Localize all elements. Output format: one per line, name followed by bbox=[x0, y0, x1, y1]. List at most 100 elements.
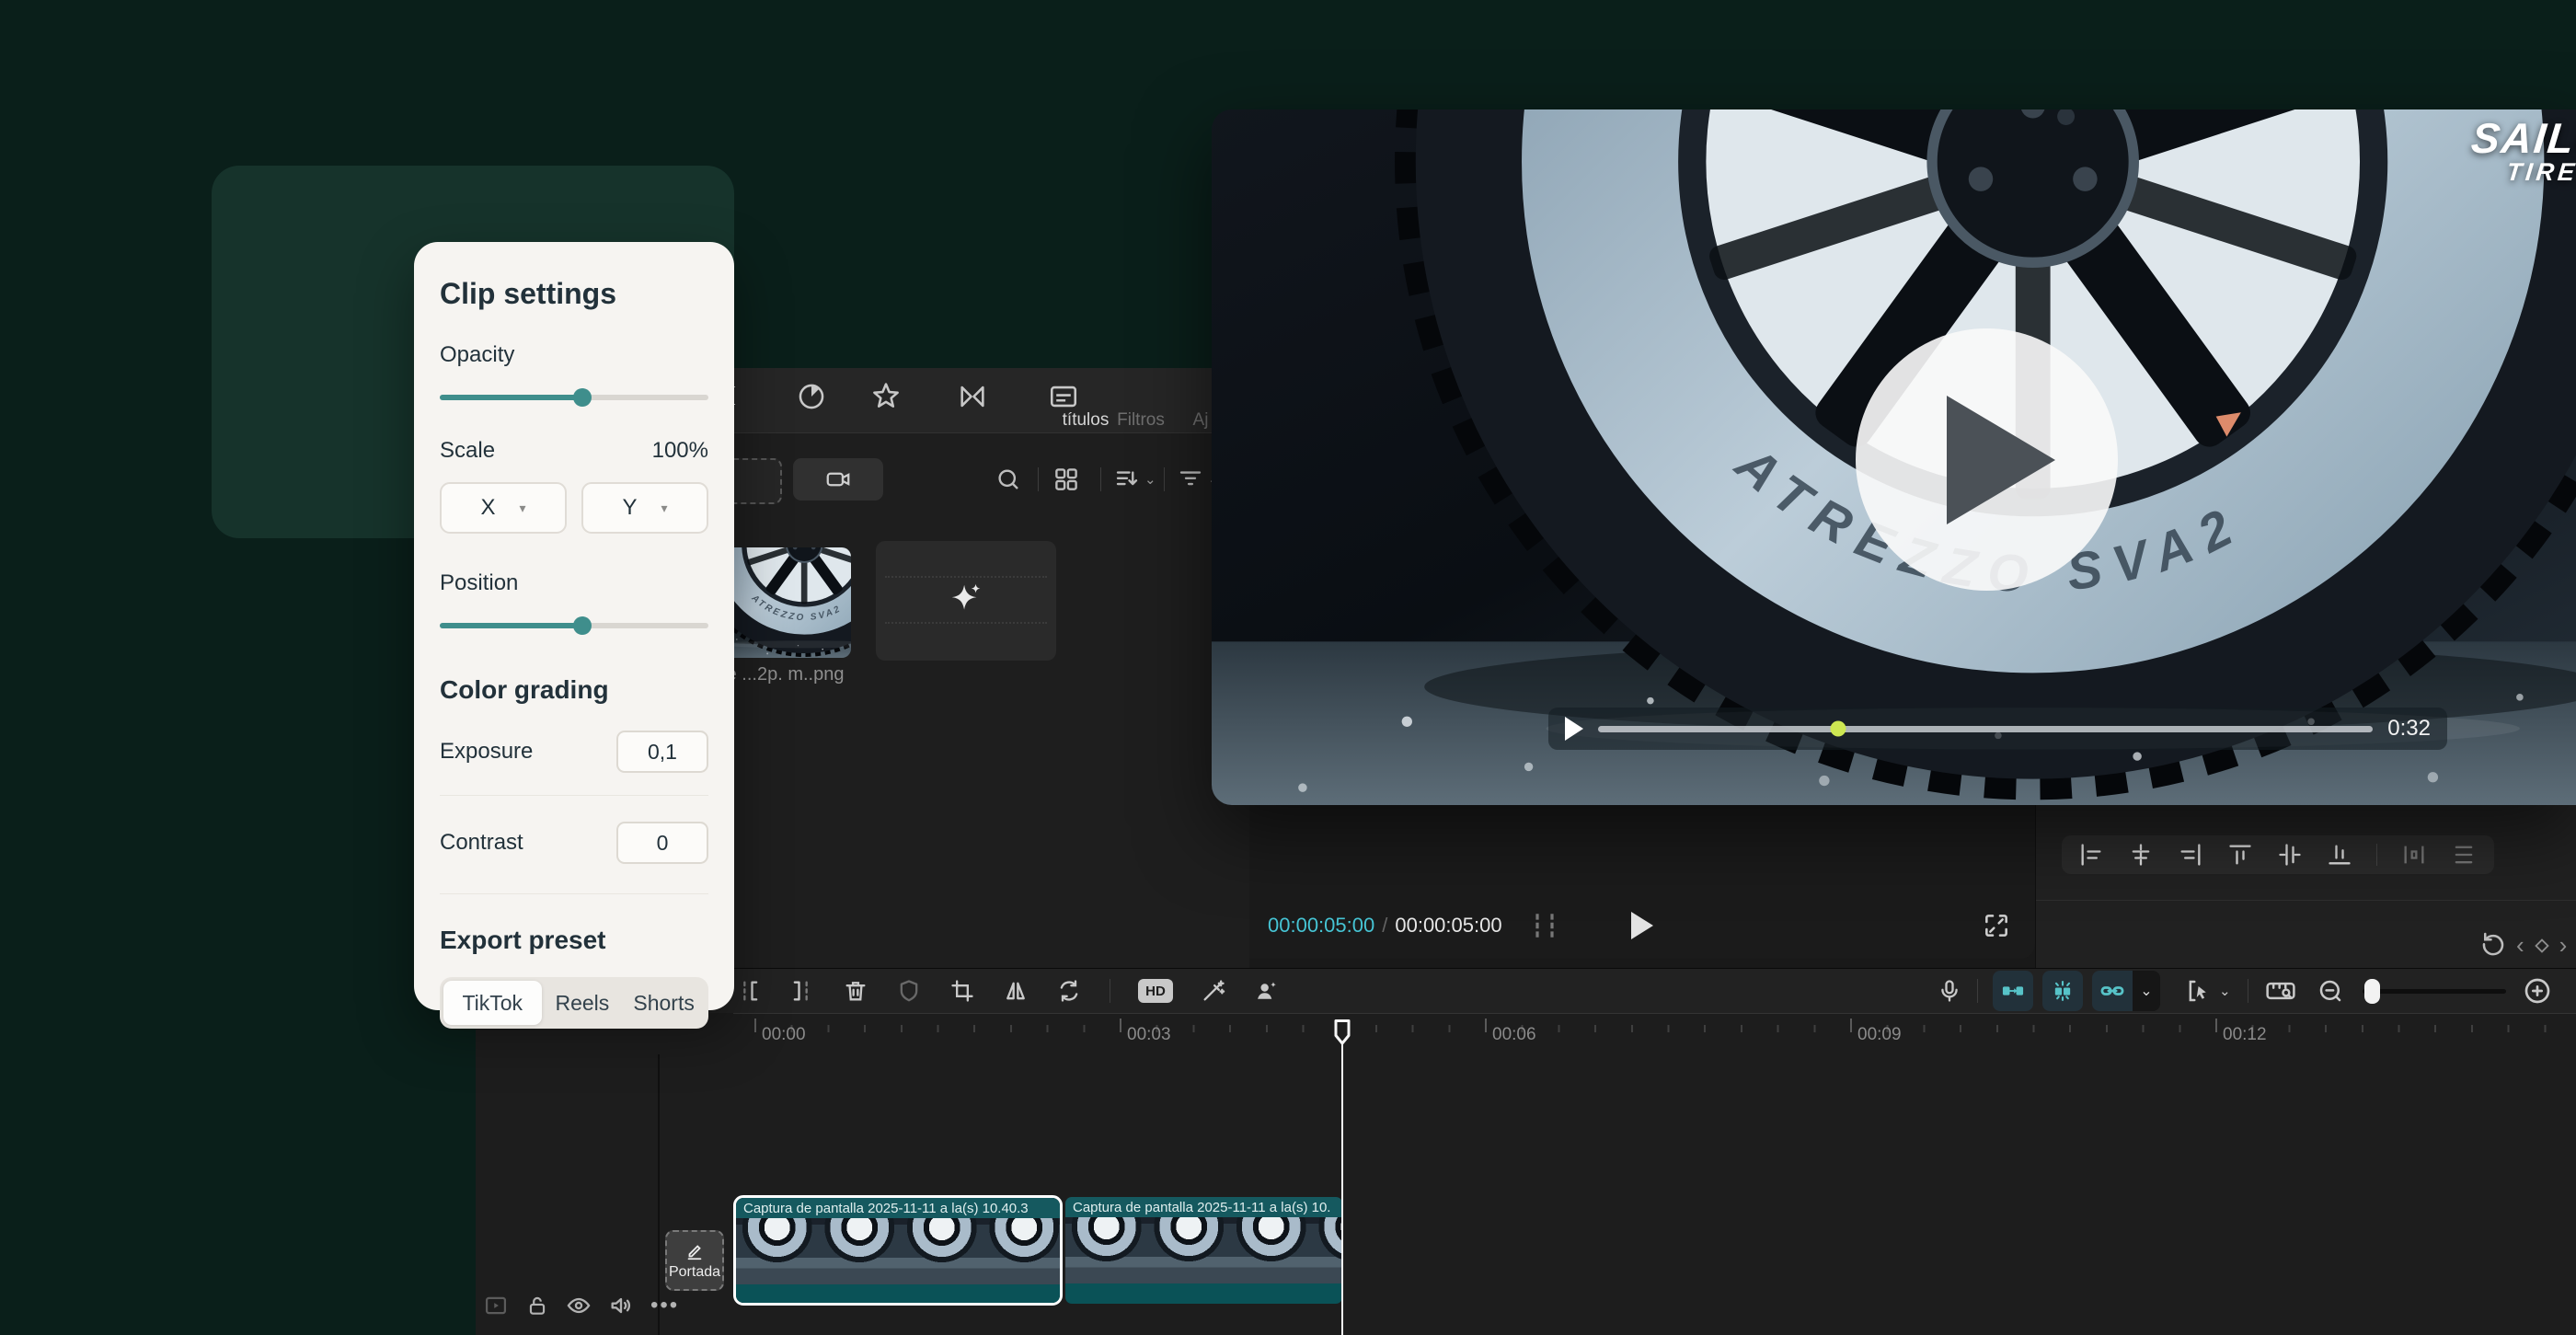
scale-value: 100% bbox=[651, 438, 708, 463]
zoom-out-icon[interactable] bbox=[2317, 977, 2344, 1005]
preview-control-bar: 00:00:05:00 / 00:00:05:00 bbox=[1249, 905, 2035, 946]
exposure-input[interactable]: 0,1 bbox=[616, 731, 708, 773]
timeline-clip-2[interactable]: Captura de pantalla 2025-11-11 a la(s) 1… bbox=[1065, 1197, 1342, 1304]
delete-icon[interactable] bbox=[843, 978, 868, 1004]
more-options-icon[interactable]: ••• bbox=[650, 1293, 679, 1318]
position-slider-knob[interactable] bbox=[572, 616, 592, 635]
cover-button[interactable]: Portada bbox=[665, 1230, 724, 1291]
duration-icon[interactable] bbox=[796, 381, 827, 412]
keyframe-next-icon[interactable]: › bbox=[2559, 931, 2568, 960]
scale-y-dropdown[interactable]: Y ▾ bbox=[581, 482, 708, 534]
replace-icon[interactable] bbox=[1056, 978, 1082, 1004]
timeline-scale-icon[interactable] bbox=[2265, 977, 2296, 1005]
tab-filters-label[interactable]: Filtros bbox=[1117, 410, 1165, 431]
align-top-icon[interactable] bbox=[2227, 842, 2253, 868]
play-triangle-icon bbox=[1946, 395, 2055, 524]
effects-star-icon[interactable] bbox=[870, 381, 902, 412]
crop-icon[interactable] bbox=[949, 978, 975, 1004]
split-right-icon[interactable] bbox=[789, 978, 815, 1004]
reset-icon[interactable] bbox=[2479, 929, 2507, 957]
captions-icon[interactable] bbox=[1048, 381, 1079, 412]
clip1-label: Captura de pantalla 2025-11-11 a la(s) 1… bbox=[743, 1200, 1029, 1216]
sparkle-icon bbox=[945, 580, 987, 622]
timeline-ruler[interactable]: 00:00 00:03 00:06 00:09 00:12 bbox=[733, 1013, 2576, 1055]
chevron-down-icon: ▾ bbox=[661, 500, 668, 515]
align-left-icon[interactable] bbox=[2078, 842, 2104, 868]
grid-view-icon[interactable] bbox=[1052, 466, 1080, 493]
clip2-filmstrip bbox=[1065, 1217, 1342, 1283]
alignment-toolbar bbox=[2062, 835, 2494, 874]
video-player-card[interactable]: SAILUN TIRES 0:32 bbox=[1212, 109, 2576, 805]
lock-icon[interactable] bbox=[525, 1294, 549, 1318]
player-progress-thumb[interactable] bbox=[1830, 720, 1846, 737]
select-tool-icon[interactable] bbox=[2184, 977, 2212, 1005]
align-center-horizontal-icon[interactable] bbox=[2128, 842, 2154, 868]
clip-settings-panel: Clip settings Opacity Scale 100% X ▾ Y ▾ P… bbox=[414, 242, 734, 1029]
contrast-label: Contrast bbox=[440, 830, 523, 855]
align-bottom-icon[interactable] bbox=[2327, 842, 2352, 868]
filter-icon[interactable] bbox=[1177, 466, 1204, 493]
panel-title: Clip settings bbox=[440, 277, 617, 310]
scale-label: Scale bbox=[440, 438, 496, 463]
properties-footer: ‹ › bbox=[2036, 920, 2576, 968]
contrast-input[interactable]: 0 bbox=[616, 822, 708, 864]
microphone-icon[interactable] bbox=[1937, 978, 1962, 1004]
sort-icon[interactable] bbox=[1113, 466, 1141, 493]
ai-media-card[interactable] bbox=[876, 541, 1056, 661]
align-middle-vertical-icon[interactable] bbox=[2277, 842, 2303, 868]
ruler-label: 00:00 bbox=[762, 1025, 806, 1044]
fullscreen-icon[interactable] bbox=[1982, 911, 2011, 940]
keyframe-diamond-icon[interactable] bbox=[2532, 936, 2552, 956]
opacity-slider[interactable] bbox=[440, 388, 708, 407]
opacity-label: Opacity bbox=[440, 342, 515, 367]
magnetic-toggle[interactable] bbox=[2042, 971, 2083, 1011]
transitions-icon[interactable] bbox=[957, 381, 988, 412]
select-tool-chevron[interactable]: ⌄ bbox=[2219, 983, 2231, 999]
timeline-clip-1[interactable]: Captura de pantalla 2025-11-11 a la(s) 1… bbox=[733, 1195, 1063, 1306]
mute-speaker-icon[interactable] bbox=[608, 1293, 634, 1318]
player-play-button[interactable] bbox=[1565, 717, 1583, 741]
playhead-line[interactable] bbox=[1341, 1019, 1343, 1335]
snap-toggle[interactable] bbox=[1993, 971, 2033, 1011]
preset-shorts[interactable]: Shorts bbox=[623, 981, 705, 1025]
zoom-in-icon[interactable] bbox=[2523, 976, 2552, 1006]
zoom-slider-thumb[interactable] bbox=[2363, 978, 2380, 1004]
shield-icon[interactable] bbox=[896, 978, 922, 1004]
preset-tiktok[interactable]: TikTok bbox=[443, 981, 542, 1025]
opacity-slider-knob[interactable] bbox=[572, 388, 592, 407]
search-icon[interactable] bbox=[995, 466, 1022, 493]
timeline-zoom-slider[interactable] bbox=[2362, 978, 2506, 1004]
ruler-label: 00:12 bbox=[2223, 1025, 2267, 1044]
distribute-vertical-icon[interactable] bbox=[2451, 842, 2477, 868]
tab-adjust-label[interactable]: Aj bbox=[1193, 410, 1209, 431]
link-toggle-chevron[interactable]: ⌄ bbox=[2133, 971, 2160, 1011]
ruler-label: 00:09 bbox=[1857, 1025, 1902, 1044]
scale-x-dropdown[interactable]: X ▾ bbox=[440, 482, 567, 534]
player-elapsed-time: 0:32 bbox=[2387, 716, 2431, 741]
link-toggle[interactable] bbox=[2092, 971, 2133, 1011]
mirror-icon[interactable] bbox=[1003, 978, 1029, 1004]
track-preview-icon[interactable] bbox=[483, 1293, 509, 1318]
play-overlay-button[interactable] bbox=[1856, 328, 2118, 591]
ai-portrait-icon[interactable] bbox=[1254, 978, 1280, 1004]
frame-preview-icon[interactable] bbox=[1526, 911, 1563, 940]
tab-subtitles-label[interactable]: títulos bbox=[1063, 410, 1110, 431]
hd-badge[interactable]: HD bbox=[1138, 979, 1173, 1003]
export-preset-segmented-control: TikTok Reels Shorts bbox=[440, 977, 708, 1029]
distribute-horizontal-icon[interactable] bbox=[2401, 842, 2427, 868]
sort-chevron-icon[interactable]: ⌄ bbox=[1144, 471, 1156, 488]
position-slider[interactable] bbox=[440, 616, 708, 635]
playhead-handle[interactable] bbox=[1333, 1018, 1351, 1045]
align-right-icon[interactable] bbox=[2178, 842, 2203, 868]
record-button[interactable] bbox=[793, 458, 883, 501]
preview-play-button[interactable] bbox=[1631, 912, 1653, 939]
player-control-bar: 0:32 bbox=[1548, 708, 2447, 750]
duration-timecode: 00:00:05:00 bbox=[1395, 914, 1502, 937]
keyframe-prev-icon[interactable]: ‹ bbox=[2516, 931, 2524, 960]
player-progress-bar[interactable] bbox=[1598, 720, 2374, 737]
magic-wand-icon[interactable] bbox=[1201, 978, 1226, 1004]
preset-reels[interactable]: Reels bbox=[542, 981, 624, 1025]
split-left-icon[interactable] bbox=[736, 978, 762, 1004]
visibility-eye-icon[interactable] bbox=[566, 1293, 592, 1318]
color-grading-title: Color grading bbox=[440, 675, 609, 704]
